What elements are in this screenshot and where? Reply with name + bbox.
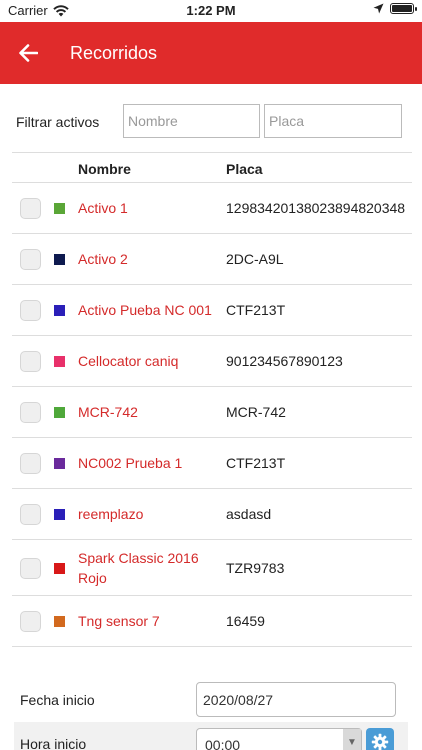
asset-color-swatch [54, 407, 65, 418]
asset-color-swatch [54, 356, 65, 367]
row-checkbox[interactable] [20, 402, 41, 423]
chevron-down-icon: ▼ [343, 729, 361, 750]
date-section: Fecha inicio Hora inicio 00:00 ▼ [0, 672, 422, 750]
start-date-row: Fecha inicio [0, 680, 422, 720]
table-row[interactable]: Tng sensor 7 16459 [12, 596, 412, 647]
location-arrow-icon [373, 3, 384, 14]
row-checkbox[interactable] [20, 249, 41, 270]
asset-plate: 901234567890123 [226, 353, 343, 369]
status-right-group [373, 3, 417, 14]
start-time-label: Hora inicio [20, 736, 87, 750]
start-time-row: Hora inicio 00:00 ▼ [14, 722, 408, 750]
asset-name-link[interactable]: MCR-742 [78, 402, 224, 422]
table-row[interactable]: NC002 Prueba 1 CTF213T [12, 438, 412, 489]
asset-plate: TZR9783 [226, 559, 285, 576]
plate-filter-input[interactable] [264, 104, 402, 138]
assets-table: Nombre Placa Activo 1 1298342013802389482… [12, 152, 412, 647]
filter-row: Filtrar activos [0, 104, 422, 140]
asset-plate: CTF213T [226, 302, 286, 318]
start-time-value: 00:00 [205, 737, 241, 750]
battery-icon [390, 3, 417, 14]
table-row[interactable]: Activo 1 1298342013802389482034​8 [12, 183, 412, 234]
row-checkbox[interactable] [20, 453, 41, 474]
asset-plate: 2DC-A9L [226, 251, 284, 267]
asset-plate: 1298342013802389482034​8 [226, 200, 406, 216]
asset-plate: MCR-742 [226, 404, 286, 420]
back-arrow-icon [19, 44, 38, 62]
asset-name-link[interactable]: reemplazo [78, 504, 224, 524]
start-date-input[interactable] [196, 682, 396, 717]
asset-color-swatch [54, 458, 65, 469]
clock: 1:22 PM [186, 3, 236, 18]
column-header-name: Nombre [78, 161, 131, 177]
asset-color-swatch [54, 616, 65, 627]
table-row[interactable]: reemplazo asdasd [12, 489, 412, 540]
asset-color-swatch [54, 203, 65, 214]
asset-color-swatch [54, 254, 65, 265]
row-checkbox[interactable] [20, 504, 41, 525]
asset-name-link[interactable]: NC002 Prueba 1 [78, 453, 224, 473]
status-bar: Carrier 1:22 PM [0, 0, 422, 22]
app-header: Recorridos [0, 22, 422, 84]
asset-name-link[interactable]: Tng sensor 7 [78, 611, 224, 631]
table-row[interactable]: Cellocator caniq 901234567890123 [12, 336, 412, 387]
row-checkbox[interactable] [20, 611, 41, 632]
name-filter-input[interactable] [123, 104, 260, 138]
asset-color-swatch [54, 562, 65, 574]
time-settings-button[interactable] [366, 728, 394, 750]
asset-plate: CTF213T [226, 455, 286, 471]
table-row[interactable]: Activo 2 2DC-A9L [12, 234, 412, 285]
asset-color-swatch [54, 305, 65, 316]
row-checkbox[interactable] [20, 198, 41, 219]
table-row[interactable]: Activo Pueba NC 001 CTF213T [12, 285, 412, 336]
start-date-label: Fecha inicio [20, 692, 95, 708]
asset-color-swatch [54, 509, 65, 520]
asset-name-link[interactable]: Activo Pueba NC 001 [78, 300, 224, 320]
asset-name-link[interactable]: Activo 1 [78, 198, 224, 218]
asset-plate: 16459 [226, 613, 265, 629]
gear-icon [371, 733, 389, 750]
filter-label: Filtrar activos [16, 114, 100, 130]
asset-name-link[interactable]: Activo 2 [78, 249, 224, 269]
table-header: Nombre Placa [12, 153, 412, 183]
start-time-select[interactable]: 00:00 ▼ [196, 728, 362, 750]
asset-name-link[interactable]: Cellocator caniq [78, 351, 224, 371]
row-checkbox[interactable] [20, 300, 41, 321]
page-title: Recorridos [70, 42, 158, 63]
back-button[interactable] [0, 22, 56, 84]
asset-name-link[interactable]: Spark Classic 2016 Rojo [78, 548, 224, 588]
table-row[interactable]: MCR-742 MCR-742 [12, 387, 412, 438]
asset-plate: asdasd [226, 506, 272, 522]
table-body: Activo 1 1298342013802389482034​8 Activo 2… [12, 183, 412, 647]
column-header-plate: Placa [226, 161, 263, 177]
row-checkbox[interactable] [20, 351, 41, 372]
table-row[interactable]: Spark Classic 2016 Rojo TZR9783 [12, 540, 412, 596]
row-checkbox[interactable] [20, 557, 41, 579]
